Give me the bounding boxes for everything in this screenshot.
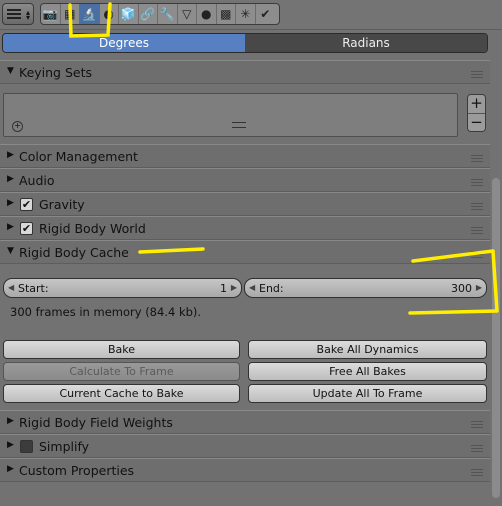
remove-button[interactable]: − xyxy=(468,113,485,131)
radians-option[interactable]: Radians xyxy=(245,34,487,52)
render-layers-tab-icon[interactable]: ▦ xyxy=(61,4,80,24)
context-tabs: 📷 ▦ 🔬 ◐ 🧊 🔗 🔧 ▽ ● ▩ ✳ ✔ xyxy=(40,3,280,25)
panel-simplify-header[interactable]: ▶ Simplify xyxy=(0,434,490,458)
increment-arrow-icon[interactable]: ▶ xyxy=(231,283,237,292)
properties-tab-bar: ▴ ▾ 📷 ▦ 🔬 ◐ 🧊 🔗 🔧 ▽ ● ▩ ✳ ✔ xyxy=(0,0,502,30)
drag-grip-icon[interactable] xyxy=(471,203,483,210)
data-tab-icon[interactable]: ▽ xyxy=(178,4,197,24)
add-button[interactable]: + xyxy=(468,95,485,113)
resize-grip-icon[interactable] xyxy=(232,122,246,128)
panel-color-management-header[interactable]: ▶ Color Management xyxy=(0,144,490,168)
material-tab-icon[interactable]: ● xyxy=(197,4,217,24)
expanded-arrow-icon: ▼ xyxy=(7,246,14,256)
panel-title: Gravity xyxy=(39,197,85,212)
scene-tab-icon[interactable]: 🔬 xyxy=(80,4,100,24)
panel-keying-sets-header[interactable]: ▼ Keying Sets xyxy=(0,60,490,84)
start-value: 1 xyxy=(220,282,227,295)
calculate-to-frame-button[interactable]: Calculate To Frame xyxy=(3,362,240,381)
collapsed-arrow-icon: ▶ xyxy=(7,440,14,450)
end-value: 300 xyxy=(451,282,472,295)
gravity-checkbox[interactable]: ✔ xyxy=(20,198,33,211)
decrement-arrow-icon[interactable]: ◀ xyxy=(249,283,255,292)
start-label: Start: xyxy=(18,282,49,295)
start-frame-field[interactable]: ◀ Start: 1 ▶ xyxy=(3,278,242,298)
panel-title: Audio xyxy=(19,173,55,188)
rigid-body-world-checkbox[interactable]: ✔ xyxy=(20,222,33,235)
cache-info-text: 300 frames in memory (84.4 kb). xyxy=(10,305,202,319)
panel-title: Simplify xyxy=(39,439,90,454)
drag-grip-icon[interactable] xyxy=(471,71,483,78)
constraints-tab-icon[interactable]: 🔗 xyxy=(139,4,158,24)
panel-custom-properties-header[interactable]: ▶ Custom Properties xyxy=(0,458,490,482)
drag-grip-icon[interactable] xyxy=(471,469,483,476)
free-all-bakes-button[interactable]: Free All Bakes xyxy=(248,362,487,381)
panel-title: Color Management xyxy=(19,149,138,164)
simplify-checkbox[interactable] xyxy=(20,440,33,453)
bake-all-dynamics-button[interactable]: Bake All Dynamics xyxy=(248,340,487,359)
world-tab-icon[interactable]: ◐ xyxy=(100,4,119,24)
drag-grip-icon[interactable] xyxy=(471,155,483,162)
modifiers-tab-icon[interactable]: 🔧 xyxy=(158,4,178,24)
panel-title: Keying Sets xyxy=(19,65,93,80)
panel-title: Rigid Body Field Weights xyxy=(19,415,173,430)
drag-grip-icon[interactable] xyxy=(471,179,483,186)
drag-grip-icon[interactable] xyxy=(471,445,483,452)
collapsed-arrow-icon: ▶ xyxy=(7,222,14,232)
collapsed-arrow-icon: ▶ xyxy=(7,416,14,426)
panel-gravity-header[interactable]: ▶ ✔ Gravity xyxy=(0,192,490,216)
panel-rigid-body-field-weights-header[interactable]: ▶ Rigid Body Field Weights xyxy=(0,410,490,434)
panel-title: Rigid Body Cache xyxy=(19,245,129,260)
current-cache-to-bake-button[interactable]: Current Cache to Bake xyxy=(3,384,240,403)
end-label: End: xyxy=(259,282,284,295)
vertical-scrollbar[interactable] xyxy=(492,32,500,506)
bake-button[interactable]: Bake xyxy=(3,340,240,359)
editor-type-icon xyxy=(7,9,21,19)
drag-grip-icon[interactable] xyxy=(471,421,483,428)
expanded-arrow-icon: ▼ xyxy=(7,66,14,76)
collapsed-arrow-icon: ▶ xyxy=(7,150,14,160)
drag-grip-icon[interactable] xyxy=(471,227,483,234)
add-small-icon[interactable]: + xyxy=(12,121,23,132)
end-frame-field[interactable]: ◀ End: 300 ▶ xyxy=(244,278,487,298)
rotation-units-toggle: Degrees Radians xyxy=(2,33,488,53)
keying-sets-side-buttons: + − xyxy=(467,94,486,132)
decrement-arrow-icon[interactable]: ◀ xyxy=(8,283,14,292)
collapsed-arrow-icon: ▶ xyxy=(7,198,14,208)
keying-sets-list[interactable]: + xyxy=(3,93,458,137)
collapsed-arrow-icon: ▶ xyxy=(7,464,14,474)
panel-title: Rigid Body World xyxy=(39,221,146,236)
collapsed-arrow-icon: ▶ xyxy=(7,174,14,184)
update-all-to-frame-button[interactable]: Update All To Frame xyxy=(248,384,487,403)
editor-type-button[interactable]: ▴ ▾ xyxy=(2,3,34,25)
object-tab-icon[interactable]: 🧊 xyxy=(119,4,139,24)
increment-arrow-icon[interactable]: ▶ xyxy=(476,283,482,292)
panel-audio-header[interactable]: ▶ Audio xyxy=(0,168,490,192)
updown-arrow-icon: ▴ ▾ xyxy=(25,8,30,22)
render-tab-icon[interactable]: 📷 xyxy=(41,4,61,24)
panel-rigid-body-cache-header[interactable]: ▼ Rigid Body Cache xyxy=(0,240,490,264)
particles-tab-icon[interactable]: ✳ xyxy=(236,4,256,24)
panel-title: Custom Properties xyxy=(19,463,135,478)
degrees-option[interactable]: Degrees xyxy=(3,34,245,52)
scrollbar-thumb[interactable] xyxy=(492,178,500,498)
physics-tab-icon[interactable]: ✔ xyxy=(256,4,276,24)
panel-rigid-body-world-header[interactable]: ▶ ✔ Rigid Body World xyxy=(0,216,490,240)
texture-tab-icon[interactable]: ▩ xyxy=(217,4,236,24)
drag-grip-icon[interactable] xyxy=(471,251,483,258)
